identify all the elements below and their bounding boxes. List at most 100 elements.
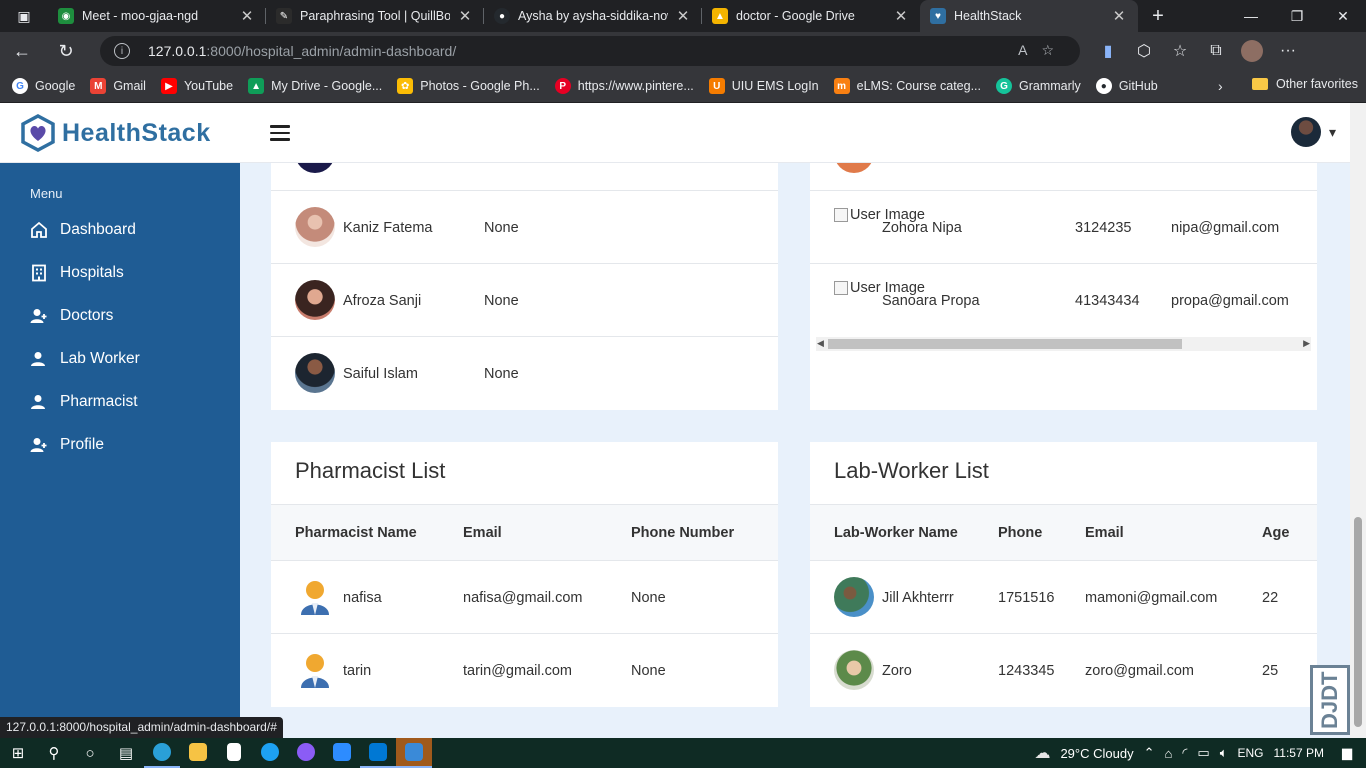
wifi-icon[interactable]: ◜: [1182, 745, 1187, 761]
github-icon: ●: [1095, 78, 1112, 94]
bookmark[interactable]: ● GitHub: [1095, 78, 1158, 94]
chevron-up-icon[interactable]: ⌃: [1144, 745, 1155, 761]
language-indicator[interactable]: ENG: [1238, 746, 1264, 760]
close-tab-icon[interactable]: ✕: [674, 7, 692, 25]
favorites-icon[interactable]: ☆: [1162, 41, 1198, 61]
photos-app-icon[interactable]: [396, 738, 432, 768]
pharmacist-phone: None: [631, 589, 666, 606]
extensions-icon[interactable]: ⬡: [1126, 41, 1162, 61]
bookmark[interactable]: Phttps://www.pintere...: [554, 78, 694, 94]
file-explorer-icon[interactable]: [180, 738, 216, 768]
chevron-right-icon[interactable]: ›: [1218, 78, 1223, 94]
sidebar-item-lab-worker[interactable]: Lab Worker: [30, 350, 140, 368]
messenger-icon[interactable]: [288, 738, 324, 768]
browser-tab-active[interactable]: ♥ HealthStack ✕: [920, 0, 1138, 32]
clock[interactable]: 11:57 PM: [1274, 746, 1324, 760]
tab-actions-icon[interactable]: ▣: [0, 0, 48, 32]
bookmark-label: Grammarly: [1019, 79, 1081, 93]
notifications-icon[interactable]: ▆: [1342, 745, 1352, 761]
labworker-email: mamoni@gmail.com: [1085, 589, 1218, 606]
other-favorites[interactable]: Other favorites: [1252, 77, 1358, 91]
volume-icon[interactable]: 🔈︎: [1220, 745, 1228, 761]
task-view-icon[interactable]: ▤: [108, 738, 144, 768]
labworker-name: Jill Akhterrr: [882, 589, 954, 606]
quillbot-icon: ✎: [276, 8, 292, 24]
zoom-icon[interactable]: [324, 738, 360, 768]
browser-tab[interactable]: ✎ Paraphrasing Tool | QuillBot AI ✕: [266, 0, 484, 32]
bookmark[interactable]: ▶ YouTube: [160, 78, 233, 94]
user-plus-icon: [30, 307, 48, 325]
vscode-icon[interactable]: [360, 738, 396, 768]
more-menu-icon[interactable]: ···: [1270, 42, 1306, 60]
edge-app-icon[interactable]: [144, 738, 180, 768]
back-icon[interactable]: ←: [0, 32, 44, 70]
column-header: Email: [1085, 525, 1124, 541]
table-row: tarin tarin@gmail.com None: [271, 633, 778, 706]
pharmacist-list-card: Pharmacist List Pharmacist Name Email Ph…: [271, 442, 778, 707]
read-aloud-favorite-icons[interactable]: A☆: [1018, 42, 1068, 59]
profile-avatar[interactable]: [1241, 40, 1263, 62]
brand-logo[interactable]: HealthStack: [18, 113, 211, 153]
browser-tab[interactable]: ▲ doctor - Google Drive ✕: [702, 0, 920, 32]
bookmark[interactable]: ▲ My Drive - Google...: [248, 78, 382, 94]
search-icon[interactable]: ⚲: [36, 738, 72, 768]
bookmark[interactable]: m eLMS: Course categ...: [833, 78, 981, 94]
sidebar-item-dashboard[interactable]: Dashboard: [30, 221, 136, 239]
close-window-icon[interactable]: ✕: [1320, 0, 1366, 32]
sidebar-item-doctors[interactable]: Doctors: [30, 307, 113, 325]
close-tab-icon[interactable]: ✕: [892, 7, 910, 25]
bookmark-label: GitHub: [1118, 79, 1158, 93]
tab-title: HealthStack: [954, 9, 1022, 23]
browser-tab[interactable]: ◉ Meet - moo-gjaa-ngd ✕: [48, 0, 266, 32]
twitter-icon[interactable]: [252, 738, 288, 768]
table-row: Jill Akhterrr 1751516 mamoni@gmail.com 2…: [810, 560, 1317, 633]
network-status-icon[interactable]: ⌂: [1164, 746, 1172, 761]
debug-toolbar-handle[interactable]: DJDT: [1310, 665, 1350, 735]
cortana-icon[interactable]: ○: [72, 738, 108, 768]
horizontal-scrollbar[interactable]: ◀ ▶: [816, 337, 1311, 351]
site-info-icon[interactable]: i: [114, 43, 130, 59]
labworker-age: 25: [1262, 662, 1279, 679]
bookmark[interactable]: G Grammarly: [996, 78, 1081, 94]
scroll-right-icon[interactable]: ▶: [1303, 338, 1310, 349]
reload-icon[interactable]: ↻: [44, 32, 88, 70]
bookmark[interactable]: U UIU EMS LogIn: [708, 78, 819, 94]
folder-icon: [1252, 78, 1268, 90]
restore-icon[interactable]: ❐: [1274, 0, 1320, 32]
broken-image-icon: [834, 208, 848, 222]
pharmacist-name: tarin: [343, 662, 372, 679]
battery-icon[interactable]: ▭: [1197, 745, 1209, 761]
page-scrollbar-thumb[interactable]: [1354, 517, 1362, 727]
sidebar: Menu Dashboard Hospitals Doctors Lab Wor…: [0, 163, 240, 738]
collections-icon[interactable]: ⧉: [1198, 42, 1234, 60]
extension-doc-icon[interactable]: ▮: [1090, 41, 1126, 61]
browser-tab[interactable]: ● Aysha by aysha-siddika-nows ✕: [484, 0, 702, 32]
user-menu[interactable]: ▾: [1290, 117, 1336, 147]
close-tab-icon[interactable]: ✕: [1110, 7, 1128, 25]
bookmark[interactable]: M Gmail: [90, 78, 146, 94]
weather-icon[interactable]: ☁: [1034, 743, 1050, 763]
close-tab-icon[interactable]: ✕: [238, 7, 256, 25]
bookmark[interactable]: G Google: [12, 78, 75, 94]
minimize-icon[interactable]: —: [1228, 0, 1274, 32]
avatar: [295, 207, 335, 247]
hamburger-menu-icon[interactable]: [270, 125, 290, 145]
sidebar-item-pharmacist[interactable]: Pharmacist: [30, 393, 138, 411]
weather-label[interactable]: 29°C Cloudy: [1060, 746, 1133, 761]
url-field[interactable]: i 127.0.0.1:8000/hospital_admin/admin-da…: [100, 36, 1080, 66]
labworker-age: 22: [1262, 589, 1279, 606]
scrollbar-thumb[interactable]: [828, 339, 1182, 349]
sidebar-item-hospitals[interactable]: Hospitals: [30, 264, 124, 282]
sidebar-item-profile[interactable]: Profile: [30, 436, 104, 454]
sidebar-item-label: Pharmacist: [60, 393, 138, 410]
column-header: Phone Number: [631, 525, 735, 541]
page-scrollbar[interactable]: [1350, 103, 1366, 738]
column-header: Email: [463, 525, 502, 541]
bookmark[interactable]: ✿ Photos - Google Ph...: [397, 78, 540, 94]
scroll-left-icon[interactable]: ◀: [817, 338, 824, 349]
close-tab-icon[interactable]: ✕: [456, 7, 474, 25]
notepad-icon[interactable]: [216, 738, 252, 768]
windows-start-icon[interactable]: ⊞: [0, 738, 36, 768]
labworker-phone: 1243345: [998, 662, 1055, 679]
new-tab-icon[interactable]: +: [1138, 0, 1178, 32]
